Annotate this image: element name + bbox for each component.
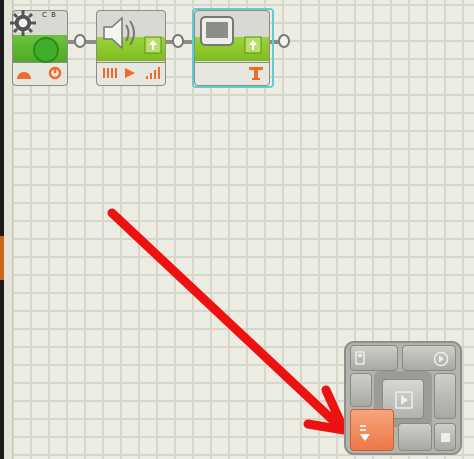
right-column-button[interactable] (434, 373, 456, 419)
nxt-button[interactable] (350, 345, 398, 371)
play-center-icon (395, 391, 413, 409)
stop-icon (441, 433, 450, 442)
stop-button[interactable] (434, 423, 456, 451)
controller-navigator (344, 341, 462, 455)
left-column-button[interactable] (350, 373, 372, 407)
nxt-icon (355, 351, 365, 365)
play-circle-icon (433, 351, 449, 367)
download-button[interactable] (350, 409, 394, 451)
bottom-button[interactable] (398, 423, 432, 451)
download-icon (360, 425, 370, 441)
run-selected-button[interactable] (402, 345, 456, 371)
